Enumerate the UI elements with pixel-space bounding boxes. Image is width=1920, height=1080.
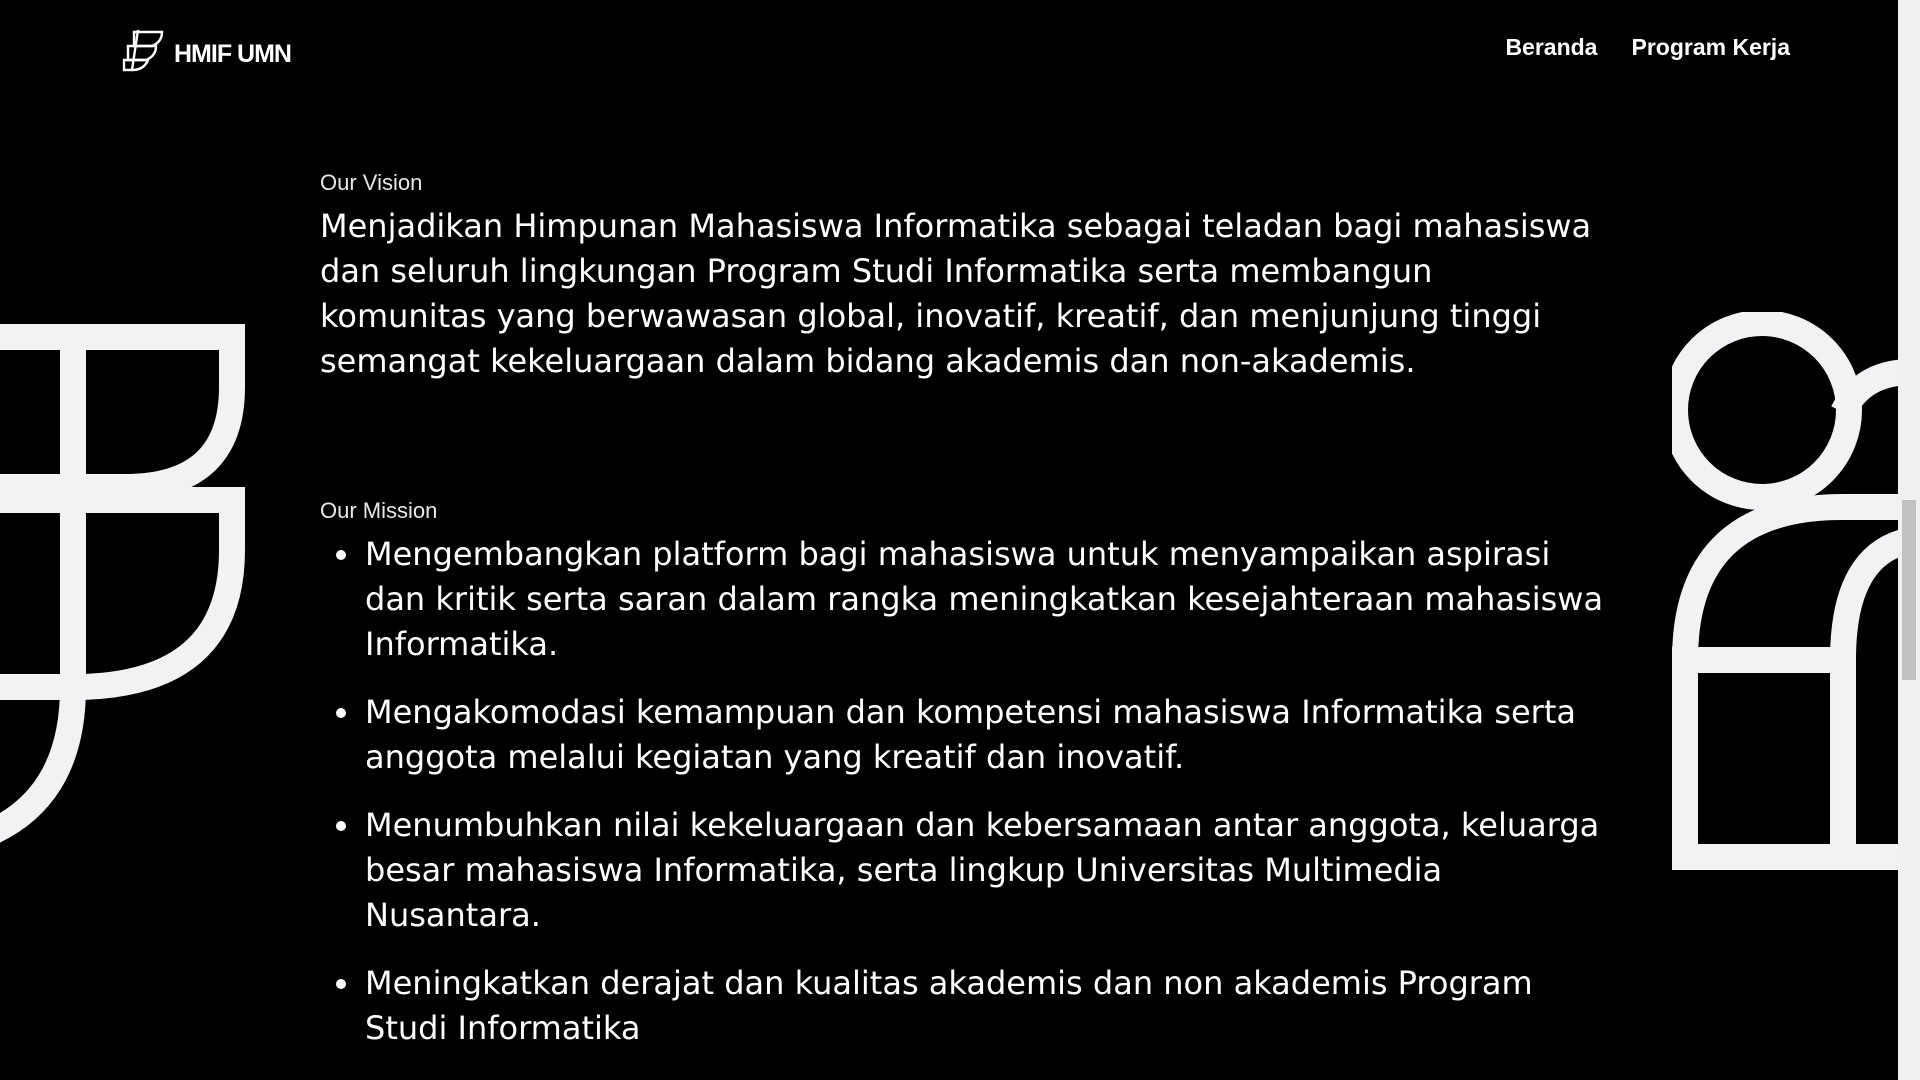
scrollbar-thumb[interactable] bbox=[1902, 500, 1916, 680]
vision-label: Our Vision bbox=[320, 170, 423, 195]
nav-beranda[interactable]: Beranda bbox=[1505, 34, 1597, 61]
hmif-logo-icon bbox=[122, 29, 164, 72]
mission-item-text: Menumbuhkan nilai kekeluargaan dan keber… bbox=[365, 806, 1600, 934]
vision-section: Our Vision Menjadikan Himpunan Mahasiswa… bbox=[320, 170, 1610, 384]
mission-list: Mengembangkan platform bagi mahasiswa un… bbox=[320, 532, 1620, 1051]
nav-program-kerja[interactable]: Program Kerja bbox=[1631, 34, 1790, 61]
vision-text: Menjadikan Himpunan Mahasiswa Informatik… bbox=[320, 207, 1592, 380]
decorative-logo-right bbox=[1672, 312, 1898, 870]
logo-link[interactable]: HMIF UMN bbox=[122, 28, 292, 72]
logo-text: HMIF UMN bbox=[174, 39, 292, 68]
mission-item-text: Meningkatkan derajat dan kualitas akadem… bbox=[365, 964, 1533, 1047]
mission-label: Our Mission bbox=[320, 498, 438, 523]
bullet-icon bbox=[336, 550, 346, 560]
mission-item: Mengembangkan platform bagi mahasiswa un… bbox=[320, 532, 1620, 667]
bullet-icon bbox=[336, 821, 346, 831]
mission-item: Menumbuhkan nilai kekeluargaan dan keber… bbox=[320, 803, 1620, 938]
mission-item: Mengakomodasi kemampuan dan kompetensi m… bbox=[320, 690, 1620, 780]
bullet-icon bbox=[336, 979, 346, 989]
bullet-icon bbox=[336, 708, 346, 718]
scrollbar[interactable] bbox=[1898, 0, 1920, 1080]
main-nav: Beranda Program Kerja bbox=[1505, 34, 1790, 61]
mission-section: Our Mission Mengembangkan platform bagi … bbox=[320, 498, 1620, 1074]
mission-item: Meningkatkan derajat dan kualitas akadem… bbox=[320, 961, 1620, 1051]
mission-item-text: Mengakomodasi kemampuan dan kompetensi m… bbox=[365, 693, 1576, 776]
mission-item-text: Mengembangkan platform bagi mahasiswa un… bbox=[365, 535, 1604, 663]
page: HMIF UMN Beranda Program Kerja Our Visio… bbox=[0, 0, 1920, 1080]
decorative-logo-left bbox=[0, 324, 245, 843]
